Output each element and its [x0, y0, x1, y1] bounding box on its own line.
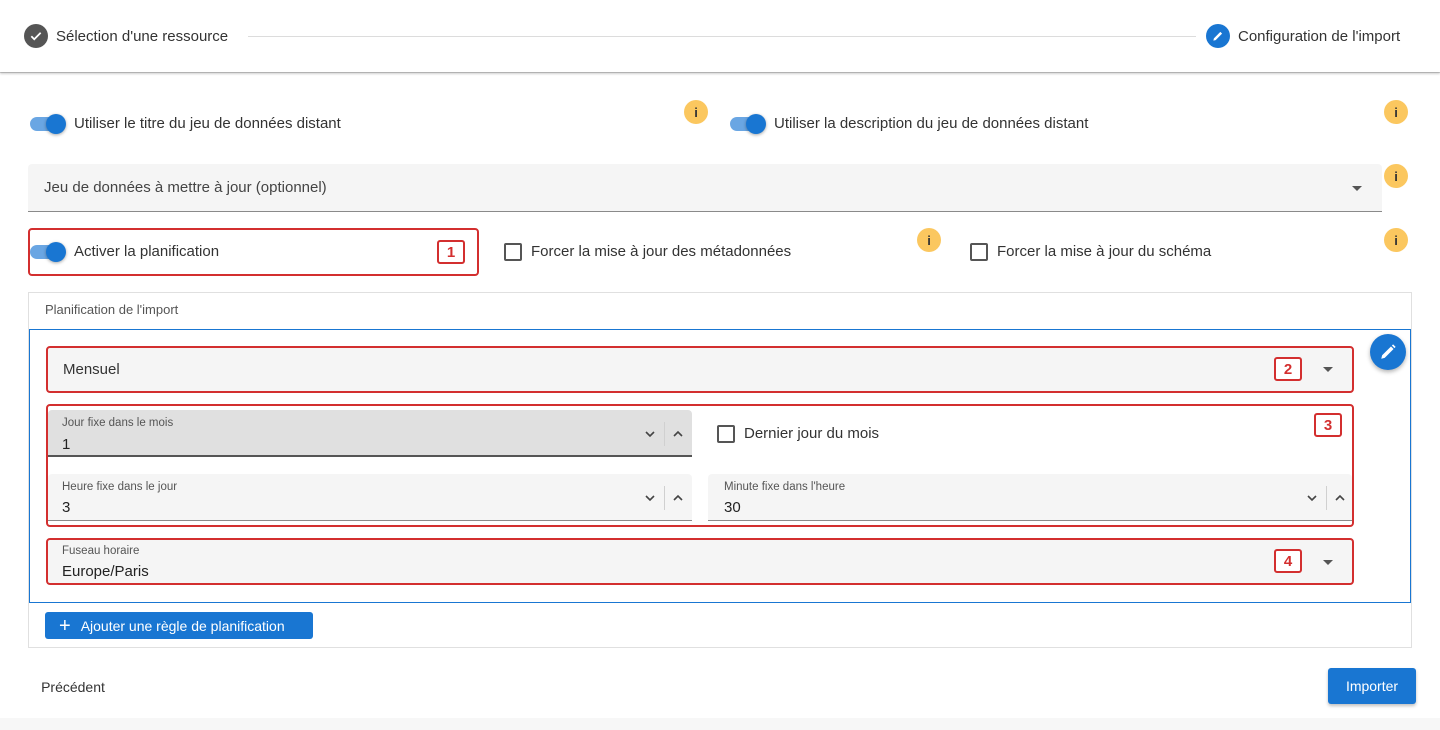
dataset-select[interactable]: Jeu de données à mettre à jour (optionne…: [28, 164, 1382, 212]
add-schedule-rule-label: Ajouter une règle de planification: [80, 617, 285, 634]
import-button[interactable]: Importer: [1328, 668, 1416, 704]
annotation-badge-4: 4: [1274, 549, 1302, 573]
force-metadata-checkbox[interactable]: [504, 243, 522, 261]
annotation-box-4: [46, 538, 1354, 585]
info-icon[interactable]: i: [1384, 100, 1408, 124]
force-schema-label: Forcer la mise à jour du schéma: [997, 243, 1212, 260]
info-icon[interactable]: i: [684, 100, 708, 124]
stepper: Sélection d'une ressource Configuration …: [0, 0, 1440, 72]
add-schedule-rule-button[interactable]: + Ajouter une règle de planification: [45, 612, 313, 639]
annotation-badge-1: 1: [437, 240, 465, 264]
use-description-label: Utiliser la description du jeu de donnée…: [774, 115, 1089, 132]
use-title-toggle[interactable]: [28, 112, 68, 136]
previous-button[interactable]: Précédent: [28, 672, 118, 702]
use-title-label: Utiliser le titre du jeu de données dist…: [74, 115, 341, 132]
step-resource-selection[interactable]: Sélection d'une ressource: [24, 24, 228, 48]
force-schema-checkbox[interactable]: [970, 243, 988, 261]
page-bottom: [0, 718, 1440, 730]
stepper-connector: [248, 36, 1196, 37]
step-label: Sélection d'une ressource: [56, 27, 229, 45]
edit-rule-button[interactable]: [1370, 334, 1406, 370]
schedule-card-title: Planification de l'import: [45, 302, 179, 317]
annotation-box-3: [46, 404, 1354, 527]
annotation-box-2: [46, 346, 1354, 393]
annotation-badge-3: 3: [1314, 413, 1342, 437]
annotation-box-1: [28, 228, 479, 276]
info-icon[interactable]: i: [1384, 164, 1408, 188]
plus-icon: +: [59, 614, 71, 637]
force-metadata-label: Forcer la mise à jour des métadonnées: [531, 243, 792, 260]
step-import-configuration[interactable]: Configuration de l'import: [1206, 24, 1400, 48]
annotation-badge-2: 2: [1274, 357, 1302, 381]
chevron-down-icon: [1352, 186, 1362, 191]
step-label: Configuration de l'import: [1238, 27, 1401, 45]
pencil-icon: [1381, 344, 1396, 359]
info-icon[interactable]: i: [1384, 228, 1408, 252]
pencil-icon: [1206, 24, 1230, 48]
dataset-select-placeholder: Jeu de données à mettre à jour (optionne…: [44, 179, 327, 196]
info-icon[interactable]: i: [917, 228, 941, 252]
check-icon: [24, 24, 48, 48]
use-description-toggle[interactable]: [728, 112, 768, 136]
